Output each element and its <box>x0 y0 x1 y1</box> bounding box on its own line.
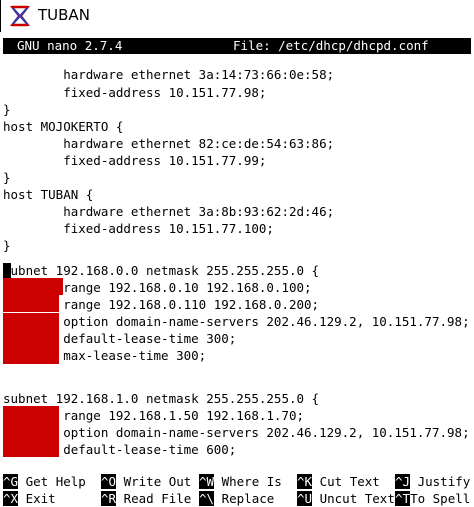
shortcut-key: ^G <box>3 474 19 489</box>
nano-file-label: File: /etc/dhcp/dhcpd.conf <box>233 38 429 53</box>
editor-line[interactable]: } <box>3 237 11 254</box>
editor-line[interactable]: default-lease-time 300; <box>3 330 236 347</box>
shortcut-get-help[interactable]: ^G Get Help <box>3 473 86 490</box>
nano-version: GNU nano 2.7.4 <box>17 38 123 53</box>
shortcut-exit[interactable]: ^X Exit <box>3 490 56 507</box>
shortcut-cut-text[interactable]: ^K Cut Text <box>297 473 380 490</box>
editor-line[interactable]: host TUBAN { <box>3 186 93 203</box>
shortcut-key: ^K <box>297 474 313 489</box>
editor-line[interactable]: range 192.168.1.50 192.168.1.70; <box>3 407 304 424</box>
shortcut-label: Justify <box>417 474 471 489</box>
shortcut-key: ^U <box>297 491 313 506</box>
nano-shortcut-bar: ^G Get Help ^O Write Out ^W Where Is ^K … <box>3 473 473 507</box>
editor-line[interactable]: hardware ethernet 82:ce:de:54:63:86; <box>3 135 334 152</box>
shortcut-key: ^W <box>199 474 215 489</box>
window-title: TUBAN <box>38 6 90 24</box>
terminal-area[interactable]: GNU nano 2.7.4 File: /etc/dhcp/dhcpd.con… <box>0 32 474 507</box>
editor-line[interactable]: } <box>3 101 11 118</box>
editor-line[interactable]: range 192.168.0.110 192.168.0.200; <box>3 296 319 313</box>
shortcut-label: Write Out <box>123 474 192 489</box>
editor-line[interactable]: hardware ethernet 3a:8b:93:62:2d:46; <box>3 203 334 220</box>
editor-line[interactable]: host MOJOKERTO { <box>3 118 123 135</box>
shortcut-key: ^J <box>395 474 411 489</box>
shortcut-key: ^R <box>101 491 117 506</box>
editor-line[interactable]: default-lease-time 600; <box>3 441 236 458</box>
editor-line[interactable]: fixed-address 10.151.77.99; <box>3 152 266 169</box>
editor-line[interactable]: range 192.168.0.10 192.168.0.100; <box>3 279 311 296</box>
shortcut-label: Replace <box>221 491 275 506</box>
editor-line[interactable]: fixed-address 10.151.77.98; <box>3 84 266 101</box>
shortcut-label: Get Help <box>25 474 86 489</box>
shortcut-key: ^O <box>101 474 117 489</box>
shortcut-key: ^\ <box>199 491 215 506</box>
text-cursor <box>3 263 11 278</box>
shortcut-label: Where Is <box>221 474 282 489</box>
shortcut-label: Cut Text <box>319 474 380 489</box>
window-titlebar[interactable]: TUBAN <box>0 0 474 32</box>
shortcut-label: Exit <box>25 491 56 506</box>
editor-line[interactable]: option domain-name-servers 202.46.129.2,… <box>3 313 469 330</box>
shortcut-to-spell[interactable]: ^TTo Spell <box>395 490 470 507</box>
shortcut-label: Read File <box>123 491 192 506</box>
editor-line[interactable]: hardware ethernet 3a:14:73:66:0e:58; <box>3 66 334 83</box>
shortcut-key: ^T <box>395 491 411 506</box>
editor-line[interactable]: option domain-name-servers 202.46.129.2,… <box>3 424 469 441</box>
shortcut-label: To Spell <box>410 491 471 506</box>
nano-header-bar: GNU nano 2.7.4 File: /etc/dhcp/dhcpd.con… <box>3 38 471 54</box>
editor-line[interactable]: subnet 192.168.0.0 netmask 255.255.255.0… <box>3 262 319 279</box>
shortcut-justify[interactable]: ^J Justify <box>395 473 470 490</box>
shortcut-write-out[interactable]: ^O Write Out <box>101 473 191 490</box>
editor-line[interactable]: max-lease-time 300; <box>3 347 206 364</box>
tuban-app-icon <box>9 5 31 27</box>
shortcut-key: ^X <box>3 491 19 506</box>
editor-line[interactable]: subnet 192.168.1.0 netmask 255.255.255.0… <box>3 390 319 407</box>
shortcut-label: Uncut Text <box>319 491 395 506</box>
editor-line[interactable]: fixed-address 10.151.77.100; <box>3 220 274 237</box>
shortcut-replace[interactable]: ^\ Replace <box>199 490 274 507</box>
shortcut-uncut-text[interactable]: ^U Uncut Text <box>297 490 395 507</box>
editor-line[interactable]: } <box>3 169 11 186</box>
shortcut-read-file[interactable]: ^R Read File <box>101 490 191 507</box>
shortcut-where-is[interactable]: ^W Where Is <box>199 473 282 490</box>
